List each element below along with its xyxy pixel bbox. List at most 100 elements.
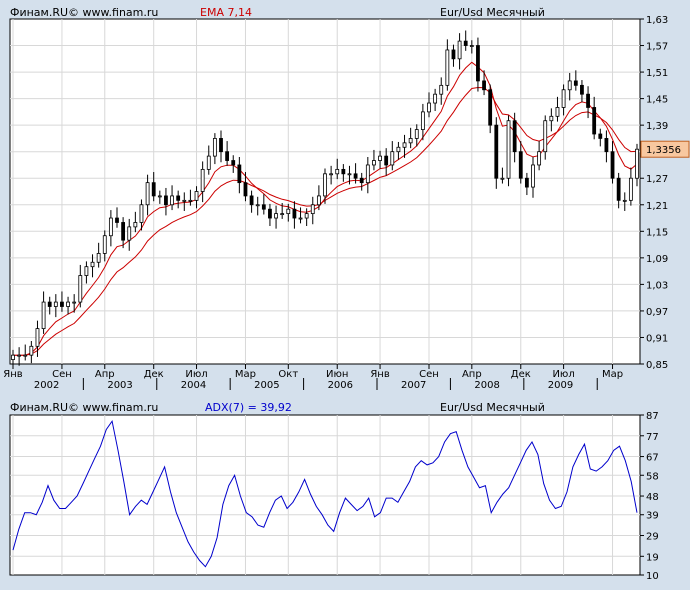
x-month-label: Июл	[185, 369, 207, 380]
candle-body	[488, 89, 493, 126]
x-year-label: 2004	[181, 380, 206, 391]
candle-body	[115, 217, 119, 223]
candle-body	[66, 301, 70, 307]
x-month-label: Сен	[419, 369, 439, 380]
candle-body	[439, 84, 444, 95]
candle-body	[531, 164, 535, 188]
x-month-label: Сен	[52, 369, 72, 380]
candle-body	[121, 222, 126, 241]
price-y-tick-label: 1,27	[646, 174, 668, 185]
price-y-tick-label: 0,85	[646, 360, 668, 371]
candle-body	[41, 301, 46, 330]
candle-body	[23, 354, 28, 357]
candle-body	[567, 80, 572, 91]
candle-body	[598, 133, 603, 139]
candle-body	[17, 354, 22, 357]
candle-body	[347, 173, 352, 176]
adx-y-tick-label: 48	[646, 492, 659, 503]
candle-body	[176, 195, 181, 201]
candle-body	[47, 301, 52, 307]
candle-body	[457, 40, 462, 60]
candle-body	[194, 191, 199, 201]
candle-body	[157, 195, 162, 198]
adx-y-tick-label: 29	[646, 532, 659, 543]
adx-y-tick-label: 87	[646, 411, 659, 422]
candle-body	[476, 45, 480, 82]
candle-body	[561, 89, 566, 108]
candle-body	[268, 208, 272, 219]
candle-body	[537, 151, 542, 166]
candle-body	[420, 111, 425, 130]
candle-body	[469, 45, 474, 47]
price-y-tick-label: 1,39	[646, 121, 668, 132]
candle-body	[225, 151, 230, 161]
x-year-label: 2002	[34, 380, 59, 391]
candle-body	[35, 328, 40, 347]
adx-y-tick-label: 77	[646, 432, 659, 443]
price-y-tick-label: 0,97	[646, 307, 668, 318]
candle-body	[219, 138, 223, 153]
price-y-tick-label: 0,91	[646, 333, 668, 344]
x-month-label: Окт	[278, 369, 298, 380]
x-year-label: 2009	[548, 380, 573, 391]
adx-y-tick-label: 10	[646, 571, 659, 582]
candle-body	[29, 345, 34, 356]
x-month-label: Дек	[144, 369, 164, 380]
candle-body	[188, 199, 193, 202]
candle-body	[359, 177, 364, 184]
candle-body	[518, 151, 523, 179]
price-y-tick-label: 1,09	[646, 254, 668, 265]
candle-body	[524, 177, 529, 188]
candle-body	[335, 168, 340, 175]
candle-body	[323, 173, 327, 197]
candle-body	[372, 160, 376, 166]
candle-body	[402, 142, 407, 148]
candle-body	[604, 138, 609, 153]
x-year-label: 2006	[328, 380, 353, 391]
price-y-tick-label: 1,21	[646, 201, 668, 212]
candle-body	[249, 195, 254, 206]
candle-body	[586, 93, 590, 108]
x-month-label: Июн	[326, 369, 348, 380]
candle-body	[494, 124, 499, 179]
x-month-label: Мар	[602, 369, 623, 380]
candle-body	[329, 173, 334, 176]
candle-body	[72, 301, 77, 304]
adx-y-tick-label: 67	[646, 453, 659, 464]
candle-body	[365, 164, 370, 184]
candle-body	[580, 84, 584, 95]
candle-body	[445, 49, 450, 86]
candle-body	[11, 354, 15, 360]
candle-body	[396, 146, 401, 153]
candle-body	[261, 204, 266, 210]
candle-body	[127, 226, 132, 241]
x-month-label: Апр	[95, 369, 115, 380]
candle-body	[506, 120, 511, 179]
candle-body	[635, 148, 639, 179]
candle-body	[78, 275, 83, 303]
candle-body	[182, 199, 187, 202]
candle-body	[90, 261, 95, 268]
candle-body	[316, 195, 321, 206]
price-y-tick-label: 1,57	[646, 42, 668, 53]
candle-body	[463, 40, 468, 46]
x-month-label: Янв	[3, 369, 22, 380]
chart-canvas: 1,631,571,511,451,391,331,271,211,151,09…	[3, 15, 690, 582]
candle-body	[60, 301, 64, 307]
candle-body	[231, 160, 236, 166]
candle-body	[255, 204, 260, 207]
candle-body	[616, 177, 621, 201]
candle-body	[96, 253, 101, 263]
candle-body	[555, 107, 560, 117]
x-month-label: Янв	[370, 369, 389, 380]
price-y-tick-label: 1,63	[646, 15, 668, 26]
candle-body	[274, 213, 278, 219]
adx-y-tick-label: 19	[646, 552, 659, 563]
last-price-label: 1,3356	[646, 145, 681, 156]
candle-body	[206, 155, 211, 170]
candle-body	[151, 182, 156, 197]
candle-body	[353, 173, 358, 179]
candle-body	[102, 235, 107, 254]
candle-body	[549, 115, 554, 122]
candle-body	[628, 177, 633, 201]
